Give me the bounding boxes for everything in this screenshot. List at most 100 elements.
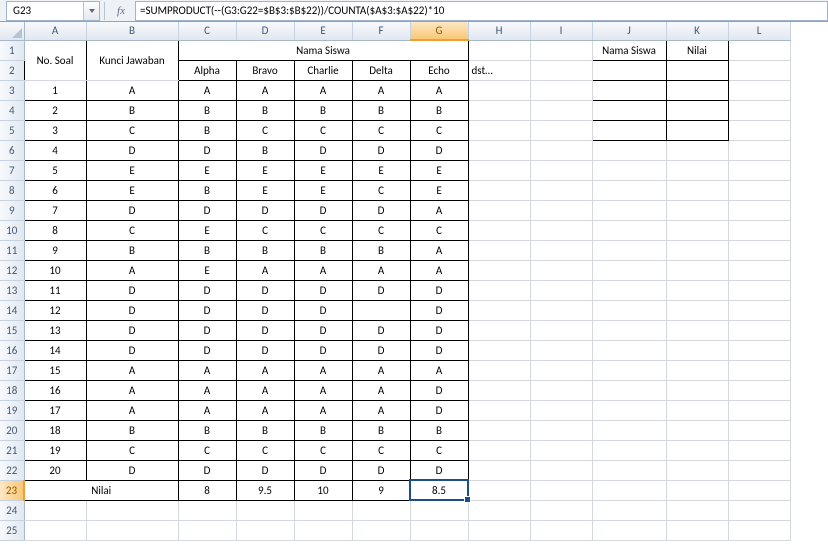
row-head-7[interactable]: 7 (0, 160, 24, 180)
cell-K25[interactable] (666, 520, 728, 540)
cell-D4[interactable]: B (236, 100, 294, 120)
cell-J20[interactable] (592, 420, 666, 440)
cell-D10[interactable]: C (236, 220, 294, 240)
cell-D16[interactable]: D (236, 340, 294, 360)
spreadsheet-grid[interactable]: ABCDEFGHIJKL1No. SoalKunci JawabanNama S… (0, 22, 828, 547)
cell-C13[interactable]: D (178, 280, 236, 300)
cell-K9[interactable] (666, 200, 728, 220)
row-head-5[interactable]: 5 (0, 120, 24, 140)
cell-B13[interactable]: D (86, 280, 178, 300)
cell-A18[interactable]: 16 (24, 380, 86, 400)
cell-L16[interactable] (728, 340, 790, 360)
cell-K6[interactable] (666, 140, 728, 160)
col-head-L[interactable]: L (728, 22, 790, 40)
cell-I7[interactable] (530, 160, 592, 180)
cell-J1[interactable]: Nama Siswa (592, 40, 666, 60)
cell-E15[interactable]: D (294, 320, 352, 340)
cell-C19[interactable]: A (178, 400, 236, 420)
cell-C24[interactable] (178, 500, 236, 520)
cell-C8[interactable]: B (178, 180, 236, 200)
cell-G13[interactable]: D (410, 280, 468, 300)
cell-H6[interactable] (468, 140, 530, 160)
cell-K23[interactable] (666, 480, 728, 500)
cell-D24[interactable] (236, 500, 294, 520)
cell-G23[interactable]: 8.5 (410, 480, 468, 500)
cell-E16[interactable]: D (294, 340, 352, 360)
cell-E17[interactable]: A (294, 360, 352, 380)
cell-J9[interactable] (592, 200, 666, 220)
cell-G2[interactable]: Echo (410, 60, 468, 80)
cell-F9[interactable]: D (352, 200, 410, 220)
cell-E10[interactable]: C (294, 220, 352, 240)
cell-D18[interactable]: A (236, 380, 294, 400)
cell-F4[interactable]: B (352, 100, 410, 120)
cell-L8[interactable] (728, 180, 790, 200)
cell-F10[interactable]: C (352, 220, 410, 240)
cell-K1[interactable]: Nilai (666, 40, 728, 60)
cell-A14[interactable]: 12 (24, 300, 86, 320)
cell-I12[interactable] (530, 260, 592, 280)
cell-C5[interactable]: B (178, 120, 236, 140)
cell-H22[interactable] (468, 460, 530, 480)
cell-I1[interactable] (530, 40, 592, 60)
row-head-18[interactable]: 18 (0, 380, 24, 400)
cell-H11[interactable] (468, 240, 530, 260)
cell-A5[interactable]: 3 (24, 120, 86, 140)
cell-J2[interactable] (592, 60, 666, 80)
fx-icon[interactable]: fx (111, 5, 131, 17)
cell-I15[interactable] (530, 320, 592, 340)
cell-B25[interactable] (86, 520, 178, 540)
cell-E3[interactable]: A (294, 80, 352, 100)
cell-K12[interactable] (666, 260, 728, 280)
cell-J11[interactable] (592, 240, 666, 260)
cell-J15[interactable] (592, 320, 666, 340)
cell-E7[interactable]: E (294, 160, 352, 180)
cell-F18[interactable]: A (352, 380, 410, 400)
cell-K15[interactable] (666, 320, 728, 340)
cell-K18[interactable] (666, 380, 728, 400)
row-head-1[interactable]: 1 (0, 40, 24, 60)
cell-G20[interactable]: B (410, 420, 468, 440)
cell-G3[interactable]: A (410, 80, 468, 100)
cell-I23[interactable] (530, 480, 592, 500)
cell-A13[interactable]: 11 (24, 280, 86, 300)
cell-K11[interactable] (666, 240, 728, 260)
cell-C12[interactable]: E (178, 260, 236, 280)
cell-G14[interactable]: D (410, 300, 468, 320)
cell-I3[interactable] (530, 80, 592, 100)
cell-E9[interactable]: D (294, 200, 352, 220)
formula-input[interactable]: =SUMPRODUCT(--(G3:G22=$B$3:$B$22))/COUNT… (135, 1, 828, 21)
cell-G25[interactable] (410, 520, 468, 540)
cell-D9[interactable]: D (236, 200, 294, 220)
cell-A22[interactable]: 20 (24, 460, 86, 480)
cell-C6[interactable]: D (178, 140, 236, 160)
cell-G12[interactable]: A (410, 260, 468, 280)
row-head-13[interactable]: 13 (0, 280, 24, 300)
cell-K13[interactable] (666, 280, 728, 300)
cell-K2[interactable] (666, 60, 728, 80)
cell-L7[interactable] (728, 160, 790, 180)
cell-B4[interactable]: B (86, 100, 178, 120)
row-head-3[interactable]: 3 (0, 80, 24, 100)
cell-A21[interactable]: 19 (24, 440, 86, 460)
cell-J21[interactable] (592, 440, 666, 460)
cell-C1[interactable]: Nama Siswa (178, 40, 468, 60)
cell-K19[interactable] (666, 400, 728, 420)
cell-K21[interactable] (666, 440, 728, 460)
cell-F17[interactable]: A (352, 360, 410, 380)
cell-H21[interactable] (468, 440, 530, 460)
cell-D14[interactable]: D (236, 300, 294, 320)
cell-A6[interactable]: 4 (24, 140, 86, 160)
cell-C23[interactable]: 8 (178, 480, 236, 500)
cell-B21[interactable]: C (86, 440, 178, 460)
cell-H1[interactable] (468, 40, 530, 60)
cell-D25[interactable] (236, 520, 294, 540)
cell-D12[interactable]: A (236, 260, 294, 280)
cell-J14[interactable] (592, 300, 666, 320)
cell-L1[interactable] (728, 40, 790, 60)
cell-H12[interactable] (468, 260, 530, 280)
cell-J25[interactable] (592, 520, 666, 540)
cell-K7[interactable] (666, 160, 728, 180)
cell-L15[interactable] (728, 320, 790, 340)
cell-L6[interactable] (728, 140, 790, 160)
